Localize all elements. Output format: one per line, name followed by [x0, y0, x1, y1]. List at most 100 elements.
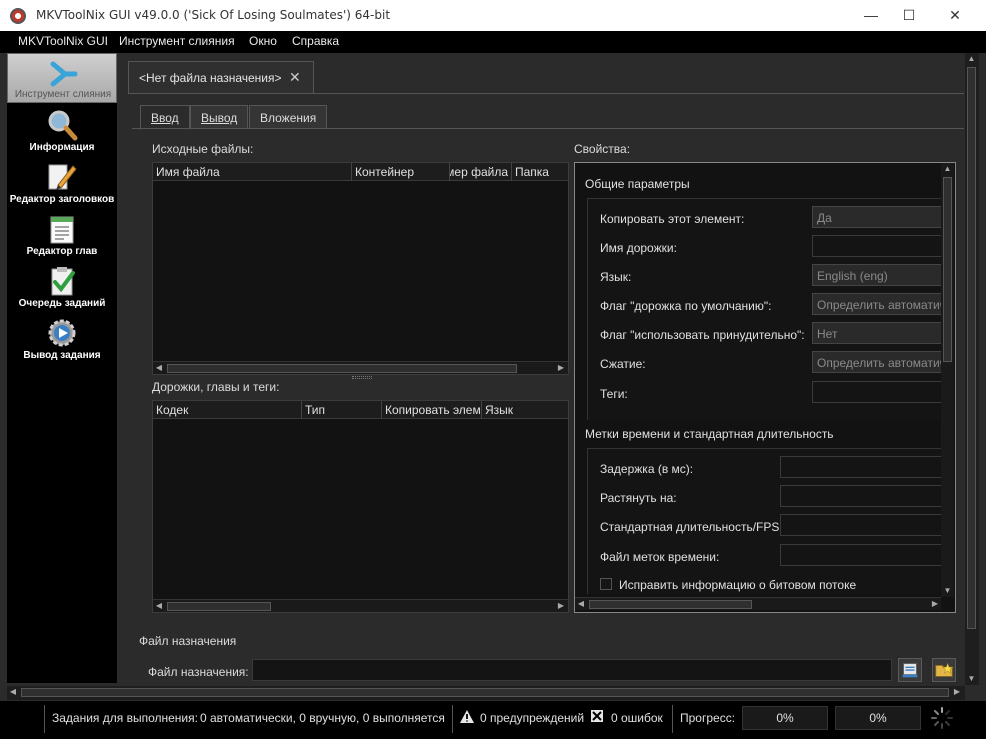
delay-input[interactable] — [780, 456, 942, 478]
sidebar-item-header-editor[interactable]: Редактор заголовков — [7, 157, 117, 207]
scroll-right-icon[interactable]: ▶ — [929, 598, 941, 610]
scroll-right-icon[interactable]: ▶ — [555, 600, 567, 612]
tags-input[interactable] — [812, 381, 942, 403]
window-vscroll[interactable]: ▲ ▼ — [965, 53, 979, 685]
stretch-input[interactable] — [780, 485, 942, 507]
browse-destination-button[interactable] — [898, 658, 922, 682]
recent-destinations-button[interactable] — [932, 658, 956, 682]
scroll-right-icon[interactable]: ▶ — [555, 362, 567, 374]
column-header-type[interactable]: Тип — [302, 401, 382, 419]
gear-play-icon — [48, 319, 76, 347]
copy-item-label: Копировать этот элемент: — [600, 212, 745, 226]
status-bar: Задания для выполнения: 0 автоматически,… — [0, 701, 986, 739]
fix-bitstream-label[interactable]: Исправить информацию о битовом потоке — [619, 578, 856, 592]
compression-select[interactable]: Определить автоматически — [812, 351, 942, 373]
menu-help[interactable]: Справка — [292, 34, 339, 48]
tab-attachments[interactable]: Вложения — [249, 105, 328, 129]
sidebar-item-chapter-editor[interactable]: Редактор глав — [7, 209, 117, 259]
pin-close-icon[interactable]: ✕ — [289, 69, 301, 86]
sidebar-item-job-queue[interactable]: Очередь заданий — [7, 261, 117, 311]
timestamps-file-input[interactable] — [780, 544, 942, 566]
scroll-up-icon[interactable]: ▲ — [965, 53, 978, 65]
merge-arrow-icon — [50, 61, 78, 87]
scroll-thumb[interactable] — [167, 602, 271, 611]
column-header-folder[interactable]: Папка — [512, 163, 568, 181]
maximize-button[interactable]: ☐ — [886, 0, 932, 31]
sidebar-item-job-output[interactable]: Вывод задания — [7, 313, 117, 363]
properties-label: Свойства: — [574, 142, 631, 156]
column-header-filename[interactable]: Имя файла — [153, 163, 352, 181]
properties-hscroll[interactable]: ◀ ▶ — [575, 597, 941, 610]
forced-flag-select[interactable]: Нет — [812, 322, 942, 344]
scroll-left-icon[interactable]: ◀ — [7, 686, 19, 698]
file-save-icon — [902, 663, 918, 678]
sidebar-item-info[interactable]: Информация — [7, 105, 117, 155]
scroll-thumb[interactable] — [589, 600, 752, 609]
compression-label: Сжатие: — [600, 357, 646, 371]
scroll-down-icon[interactable]: ▼ — [965, 673, 978, 685]
window-hscroll-track[interactable]: ◀ ▶ — [7, 686, 965, 699]
scroll-left-icon[interactable]: ◀ — [153, 600, 165, 612]
window-hscroll[interactable]: ◀ ▶ — [7, 686, 965, 700]
fix-bitstream-checkbox[interactable] — [600, 578, 612, 590]
default-flag-select[interactable]: Определить автоматически — [812, 293, 942, 315]
default-duration-input[interactable] — [780, 514, 942, 536]
menu-mkvtoolnix[interactable]: MKVToolNix GUI — [18, 34, 108, 48]
errors-count[interactable]: 0 ошибок — [611, 711, 663, 725]
source-files-header: Имя файла Контейнер мер файла Папка — [153, 163, 568, 181]
timing-group: Задержка (в мс): Растянуть на: Стандартн… — [587, 448, 942, 594]
default-duration-label: Стандартная длительность/FPS: — [600, 520, 783, 534]
title-bar: MKVToolNix GUI v49.0.0 ('Sick Of Losing … — [0, 0, 986, 31]
tracks-list[interactable]: Кодек Тип Копировать элем Язык ◀ ▶ — [152, 400, 569, 613]
column-header-language[interactable]: Язык — [482, 401, 568, 419]
column-header-filesize[interactable]: мер файла — [450, 163, 512, 181]
scroll-left-icon[interactable]: ◀ — [153, 362, 165, 374]
language-select[interactable]: English (eng) — [812, 264, 942, 286]
source-files-hscroll[interactable]: ◀ ▶ — [153, 361, 568, 374]
default-flag-label: Флаг "дорожка по умолчанию": — [600, 299, 772, 313]
properties-vscroll[interactable]: ▲ ▼ — [941, 163, 954, 597]
splitter-handle[interactable] — [352, 376, 372, 379]
column-header-codec[interactable]: Кодек — [153, 401, 302, 419]
scroll-thumb[interactable] — [167, 364, 517, 373]
jobs-value: 0 автоматически, 0 вручную, 0 выполняетс… — [200, 711, 445, 725]
timing-title: Метки времени и стандартная длительность — [585, 427, 834, 441]
sidebar-item-merge[interactable]: Инструмент слияния — [7, 53, 117, 103]
tab-output-label: Вывод — [201, 111, 238, 125]
error-icon — [590, 709, 604, 726]
column-header-copy-item[interactable]: Копировать элем — [382, 401, 482, 419]
warnings-count[interactable]: 0 предупреждений — [480, 711, 584, 725]
tab-document-title: <Нет файла назначения> — [139, 71, 282, 85]
sidebar-item-label: Редактор глав — [26, 246, 98, 257]
source-files-list[interactable]: Имя файла Контейнер мер файла Папка ◀ ▶ — [152, 162, 569, 375]
track-name-input[interactable] — [812, 235, 942, 257]
tab-input[interactable]: Ввод — [140, 105, 190, 130]
status-separator — [672, 705, 673, 733]
scroll-left-icon[interactable]: ◀ — [575, 598, 587, 610]
properties-panel: Общие параметры Копировать этот элемент:… — [574, 162, 956, 613]
scroll-thumb[interactable] — [967, 67, 976, 629]
current-progress: 0% — [742, 706, 828, 730]
scroll-thumb[interactable] — [21, 688, 949, 697]
menu-merge-tool[interactable]: Инструмент слияния — [119, 34, 235, 48]
window-vscroll-track[interactable]: ▲ ▼ — [965, 53, 979, 685]
menu-window[interactable]: Окно — [249, 34, 277, 48]
sidebar-item-label: Инструмент слияния — [14, 89, 112, 100]
scroll-right-icon[interactable]: ▶ — [951, 686, 963, 698]
scroll-thumb[interactable] — [943, 177, 952, 362]
tab-attachments-label: Вложения — [260, 111, 317, 125]
sidebar: Инструмент слияния Информация Редактор з… — [7, 53, 117, 683]
tracks-hscroll[interactable]: ◀ ▶ — [153, 599, 568, 612]
destination-input[interactable] — [252, 659, 892, 681]
tracks-label: Дорожки, главы и теги: — [152, 380, 280, 394]
close-button[interactable]: ✕ — [932, 0, 978, 31]
tab-document[interactable]: <Нет файла назначения> ✕ — [128, 61, 314, 93]
tab-output[interactable]: Вывод — [190, 105, 249, 129]
source-files-label: Исходные файлы: — [152, 142, 254, 156]
copy-item-select[interactable]: Да — [812, 206, 942, 228]
scroll-up-icon[interactable]: ▲ — [941, 163, 954, 175]
general-options-group: Копировать этот элемент: Да Имя дорожки:… — [587, 198, 942, 420]
scroll-down-icon[interactable]: ▼ — [941, 585, 954, 597]
column-header-container[interactable]: Контейнер — [352, 163, 450, 181]
sidebar-item-label: Вывод задания — [23, 350, 101, 361]
